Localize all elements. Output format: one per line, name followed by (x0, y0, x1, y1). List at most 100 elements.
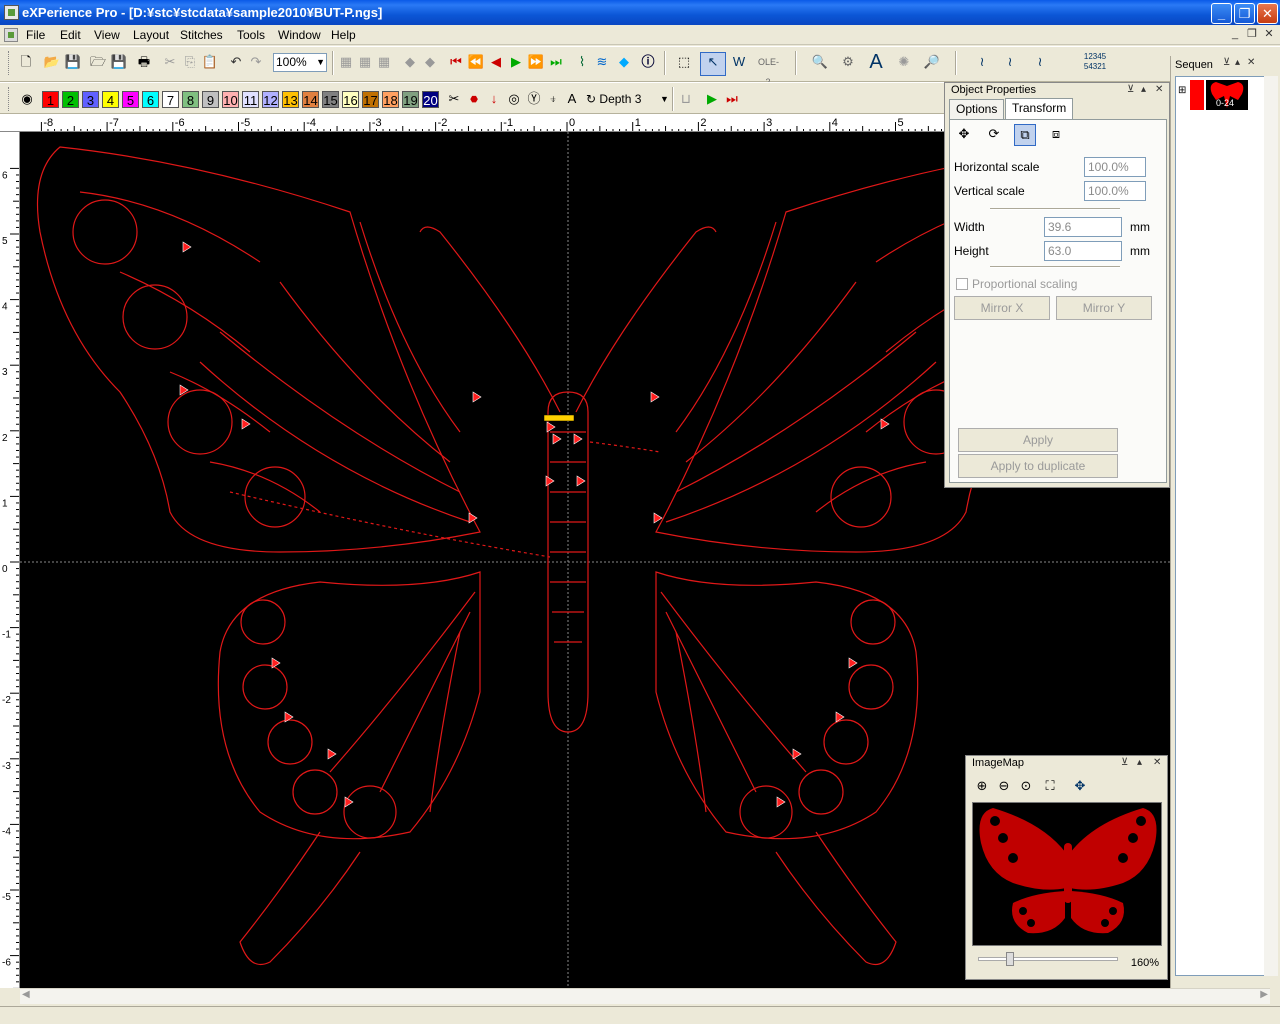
tab-transform[interactable]: Transform (1005, 98, 1074, 120)
color-chip-13[interactable]: 13 (282, 91, 299, 108)
document-icon[interactable] (4, 28, 18, 42)
menu-layout[interactable]: Layout (133, 27, 169, 43)
undo-icon[interactable]: ↶ (226, 52, 246, 72)
sequence-scrollbar[interactable] (1264, 76, 1278, 976)
color-chip-19[interactable]: 19 (402, 91, 419, 108)
prev-element-icon[interactable]: ◀ (486, 52, 506, 72)
fill-icon[interactable]: ◆ (614, 52, 634, 72)
zoom-in-icon[interactable]: ⊕ (972, 776, 992, 796)
panel-collapse-icon[interactable]: ▴ (1141, 84, 1146, 95)
settings-icon[interactable]: ⚙ (838, 52, 858, 72)
sequence-list[interactable]: ⊞ 0-24 (1175, 76, 1267, 976)
move-icon[interactable]: ✥ (954, 124, 974, 144)
open-icon[interactable]: 📂 (42, 52, 62, 72)
color-chip-20[interactable]: 20 (422, 91, 439, 108)
scroll-right-icon[interactable]: ▶ (1260, 989, 1268, 1000)
color-chip-6[interactable]: 6 (142, 91, 159, 108)
tab-options[interactable]: Options (949, 99, 1005, 119)
open-folder-icon[interactable]: 🗁 (88, 52, 108, 72)
color-chip-4[interactable]: 4 (102, 91, 119, 108)
save-icon[interactable]: 💾 (109, 52, 129, 72)
stitch-path-icon[interactable]: ⌇ (572, 52, 592, 72)
paste-icon[interactable]: 📋 (200, 52, 220, 72)
wave-icon[interactable]: ≋ (592, 52, 612, 72)
play-to-end-icon[interactable]: ⏭ (722, 89, 742, 109)
text-icon[interactable]: A (866, 52, 886, 72)
next-color-icon[interactable]: ⏩ (526, 52, 546, 72)
panel-close-icon[interactable]: ✕ (1155, 84, 1163, 95)
stop-icon[interactable]: ⬣ (464, 89, 484, 109)
align-center-icon[interactable]: ▦ (355, 52, 375, 72)
menu-window[interactable]: Window (278, 27, 321, 43)
restore-button[interactable]: ❐ (1234, 3, 1255, 24)
print-icon[interactable]: 🖶 (134, 52, 154, 72)
color-chip-2[interactable]: 2 (62, 91, 79, 108)
ole-icon[interactable]: OLE-2 (758, 52, 779, 87)
zoom-out-icon[interactable]: ⊖ (994, 776, 1014, 796)
save-all-icon[interactable]: 💾 (63, 52, 83, 72)
mirror-icon[interactable]: ⧈ (1046, 124, 1066, 144)
color-chip-12[interactable]: 12 (262, 91, 279, 108)
new-icon[interactable]: 🗋 (16, 52, 36, 72)
depth-select[interactable]: ↻ Depth 3 ▼ (586, 89, 669, 109)
jump-icon[interactable]: ⍖ (543, 89, 563, 109)
running-icon[interactable]: ≀ (1000, 52, 1020, 72)
redo-icon[interactable]: ↷ (246, 52, 266, 72)
minimize-button[interactable]: _ (1211, 3, 1232, 24)
panel-collapse-icon[interactable]: ▴ (1235, 57, 1240, 68)
selection-handle[interactable] (543, 414, 575, 422)
zigzag-icon[interactable]: ≀ (1030, 52, 1050, 72)
color-chip-15[interactable]: 15 (322, 91, 339, 108)
panel-menu-icon[interactable]: ⊻ (1121, 757, 1128, 768)
info-icon[interactable]: ⓘ (638, 52, 658, 72)
zoom-select[interactable]: 100% ▼ (273, 53, 327, 72)
zoom-slider-track[interactable] (978, 957, 1118, 961)
needle-icon[interactable]: ◎ (504, 89, 524, 109)
effects-icon[interactable]: ✺ (894, 52, 914, 72)
horizontal-scrollbar[interactable]: ◀ ▶ (20, 988, 1270, 1004)
close-button[interactable]: ✕ (1257, 3, 1278, 24)
scissors-icon[interactable]: ✂ (444, 89, 464, 109)
rotate-icon[interactable]: ⟳ (984, 124, 1004, 144)
apply-to-duplicate-button[interactable]: Apply to duplicate (958, 454, 1118, 478)
horizontal-scale-input[interactable]: 100.0% (1084, 157, 1146, 177)
vertical-scale-input[interactable]: 100.0% (1084, 181, 1146, 201)
zoom-fit-icon[interactable]: ⊙ (1016, 776, 1036, 796)
mirror-y-button[interactable]: Mirror Y (1056, 296, 1152, 320)
find-icon[interactable]: 🔍 (810, 52, 830, 72)
next-element-icon[interactable]: ▶ (506, 52, 526, 72)
zoom-icon[interactable]: 🔎 (922, 52, 942, 72)
menu-edit[interactable]: Edit (60, 27, 81, 43)
sequence-numbers-icon[interactable]: 12345 54321 (1080, 52, 1110, 72)
letter-a-icon[interactable]: A (562, 89, 582, 109)
color-chip-5[interactable]: 5 (122, 91, 139, 108)
color-chip-14[interactable]: 14 (302, 91, 319, 108)
color-chip-10[interactable]: 10 (222, 91, 239, 108)
trim-icon[interactable]: ↓ (484, 89, 504, 109)
toolbar-grip[interactable] (8, 51, 11, 75)
toolbar-grip[interactable] (8, 87, 11, 111)
mdi-close-button[interactable]: ✕ (1262, 28, 1276, 41)
color-chip-18[interactable]: 18 (382, 91, 399, 108)
menu-stitches[interactable]: Stitches (180, 27, 223, 43)
proportional-scaling-checkbox[interactable] (956, 278, 968, 290)
panel-close-icon[interactable]: ✕ (1153, 757, 1161, 768)
ungroup-icon[interactable]: ◆ (420, 52, 440, 72)
align-right-icon[interactable]: ▦ (374, 52, 394, 72)
color-wheel-icon[interactable]: ◉ (17, 89, 37, 109)
menu-file[interactable]: File (26, 27, 45, 43)
mirror-x-button[interactable]: Mirror X (954, 296, 1050, 320)
color-chip-17[interactable]: 17 (362, 91, 379, 108)
align-left-icon[interactable]: ▦ (336, 52, 356, 72)
expand-icon[interactable]: ⊞ (1178, 85, 1186, 96)
color-chip-11[interactable]: 11 (242, 91, 259, 108)
color-chip-3[interactable]: 3 (82, 91, 99, 108)
color-chip-16[interactable]: 16 (342, 91, 359, 108)
menu-help[interactable]: Help (331, 27, 356, 43)
color-chip-8[interactable]: 8 (182, 91, 199, 108)
panel-close-icon[interactable]: ✕ (1247, 57, 1255, 68)
prev-color-icon[interactable]: ⏪ (466, 52, 486, 72)
imagemap-preview[interactable] (972, 802, 1162, 946)
apply-button[interactable]: Apply (958, 428, 1118, 452)
mdi-minimize-button[interactable]: _ (1228, 28, 1242, 41)
